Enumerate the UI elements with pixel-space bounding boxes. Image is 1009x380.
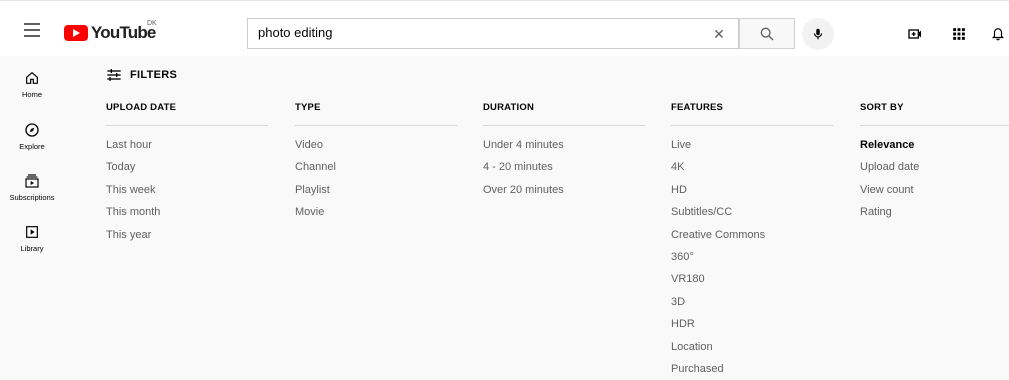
search-filters-panel: FILTERS UPLOAD DATE Last hour Today This… (64, 56, 1009, 379)
search-box (247, 18, 739, 49)
filter-option[interactable]: Playlist (295, 179, 457, 201)
filter-option[interactable]: VR180 (671, 268, 833, 290)
filter-option[interactable]: Creative Commons (671, 224, 833, 246)
filter-heading: TYPE (295, 102, 457, 126)
sidebar-item-library[interactable]: Library (0, 224, 64, 253)
apps-grid-icon (953, 28, 965, 40)
filter-option[interactable]: 4K (671, 156, 833, 178)
subscriptions-icon (25, 174, 39, 188)
search-button[interactable] (739, 18, 795, 49)
masthead: YouTube DK ✕ (0, 0, 1009, 56)
filter-column-upload-date: UPLOAD DATE Last hour Today This week Th… (106, 102, 268, 246)
filter-option[interactable]: This month (106, 201, 268, 223)
menu-icon[interactable] (24, 23, 42, 37)
filter-option[interactable]: Movie (295, 201, 457, 223)
filter-option[interactable]: Under 4 minutes (483, 134, 645, 156)
filter-column-type: TYPE Video Channel Playlist Movie (295, 102, 457, 224)
library-icon (26, 226, 38, 238)
guide-sidebar: Home Explore Subscriptions Library (0, 56, 64, 379)
filter-option[interactable]: Today (106, 156, 268, 178)
home-icon (26, 71, 38, 84)
filter-option[interactable]: 3D (671, 291, 833, 313)
notifications-button[interactable] (987, 23, 1009, 45)
search-input[interactable] (258, 25, 698, 40)
youtube-logo[interactable]: YouTube (64, 23, 156, 43)
filter-heading: FEATURES (671, 102, 833, 126)
filter-heading: UPLOAD DATE (106, 102, 268, 126)
filter-heading: SORT BY (860, 102, 1009, 126)
sidebar-item-label: Subscriptions (9, 193, 55, 202)
filter-option[interactable]: Channel (295, 156, 457, 178)
filter-option[interactable]: HD (671, 179, 833, 201)
filter-option[interactable]: This year (106, 224, 268, 246)
filter-option[interactable]: Upload date (860, 156, 1009, 178)
logo-text: YouTube (91, 23, 156, 42)
filter-option[interactable]: Rating (860, 201, 1009, 223)
filter-option[interactable]: 4 - 20 minutes (483, 156, 645, 178)
filter-option-selected[interactable]: Relevance (860, 134, 1009, 156)
sidebar-item-label: Explore (19, 142, 45, 151)
bell-icon (991, 28, 1005, 41)
voice-search-button[interactable] (802, 18, 834, 50)
filter-option[interactable]: Purchased (671, 358, 833, 380)
close-icon[interactable]: ✕ (708, 23, 730, 45)
compass-icon (25, 123, 39, 137)
filter-column-duration: DURATION Under 4 minutes 4 - 20 minutes … (483, 102, 645, 201)
filter-option[interactable]: Location (671, 336, 833, 358)
sidebar-item-home[interactable]: Home (0, 70, 64, 99)
mic-icon (813, 28, 823, 40)
sidebar-item-subscriptions[interactable]: Subscriptions (0, 173, 64, 202)
filters-label: FILTERS (130, 69, 178, 81)
sidebar-item-explore[interactable]: Explore (0, 122, 64, 151)
filter-option[interactable]: 360° (671, 246, 833, 268)
filter-option[interactable]: This week (106, 179, 268, 201)
apps-button[interactable] (948, 23, 970, 45)
country-code: DK (147, 20, 157, 27)
filter-option[interactable]: Last hour (106, 134, 268, 156)
tune-icon (107, 69, 121, 81)
filter-heading: DURATION (483, 102, 645, 126)
filter-option[interactable]: Subtitles/CC (671, 201, 833, 223)
youtube-play-icon (64, 25, 88, 41)
filter-option[interactable]: HDR (671, 313, 833, 335)
filter-option[interactable]: Over 20 minutes (483, 179, 645, 201)
filters-button[interactable]: FILTERS (106, 68, 177, 82)
filter-column-sort-by: SORT BY Relevance Upload date View count… (860, 102, 1009, 224)
filter-column-features: FEATURES Live 4K HD Subtitles/CC Creativ… (671, 102, 833, 380)
filter-option[interactable]: Video (295, 134, 457, 156)
sidebar-item-label: Home (21, 90, 42, 99)
create-button[interactable] (904, 23, 926, 45)
sidebar-item-label: Library (20, 244, 44, 253)
filter-option[interactable]: View count (860, 179, 1009, 201)
search-icon (760, 27, 774, 40)
video-add-icon (908, 29, 921, 39)
filter-option[interactable]: Live (671, 134, 833, 156)
